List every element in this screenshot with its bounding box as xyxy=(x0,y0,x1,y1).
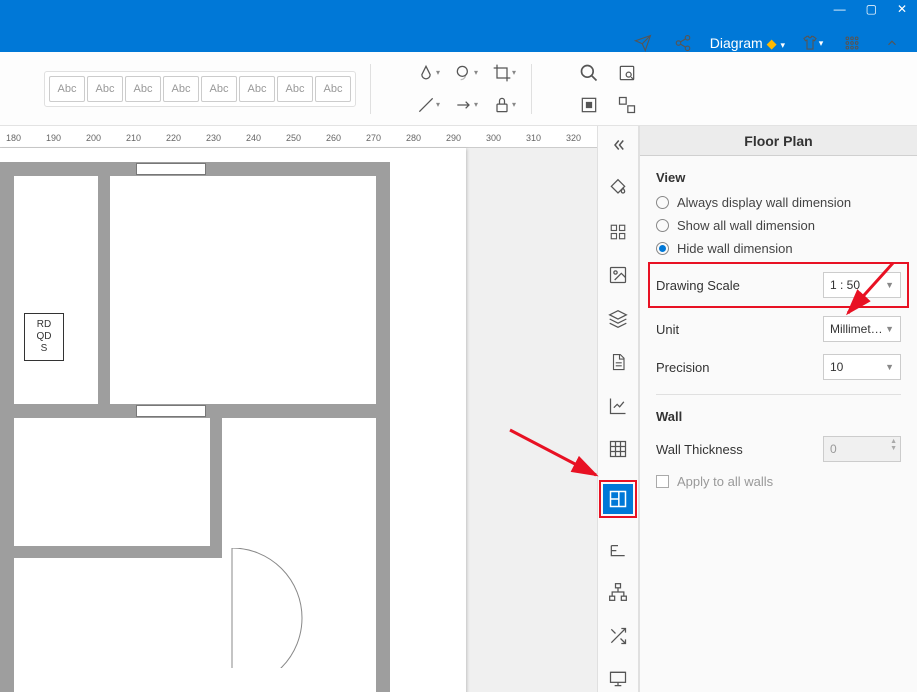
style-chip[interactable]: Abc xyxy=(315,76,351,102)
unit-label: Unit xyxy=(656,322,679,337)
drawing-page[interactable]: RD QD S xyxy=(0,148,466,692)
toolbar: Abc Abc Abc Abc Abc Abc Abc Abc ▾ ▾ ▾ ▾ … xyxy=(0,52,917,126)
expand-icon[interactable] xyxy=(603,132,633,158)
checkbox-icon xyxy=(656,475,669,488)
apply-all-walls-check[interactable]: Apply to all walls xyxy=(656,474,901,489)
find-replace-icon[interactable] xyxy=(614,60,640,86)
ruler-horizontal: 180 190 200 210 220 230 240 250 260 270 … xyxy=(0,126,597,148)
close-button[interactable]: ✕ xyxy=(897,2,907,16)
table-icon[interactable] xyxy=(603,437,633,463)
minimize-button[interactable]: — xyxy=(834,2,846,16)
floorplan-tab-highlight xyxy=(599,480,637,518)
style-chip[interactable]: Abc xyxy=(49,76,85,102)
wall-section-heading: Wall xyxy=(656,409,901,424)
titlebar: — ▢ ✕ Diagram ◆ ▾ ▾ xyxy=(0,0,917,52)
arrow-style-icon[interactable]: ▾ xyxy=(453,92,479,118)
focus-icon[interactable] xyxy=(576,92,602,118)
style-chip[interactable]: Abc xyxy=(239,76,275,102)
presentation-icon[interactable] xyxy=(603,667,633,692)
drawing-scale-combo[interactable]: 1 : 50▼ xyxy=(823,272,901,298)
precision-label: Precision xyxy=(656,360,709,375)
floorplan-tab[interactable] xyxy=(603,484,633,514)
diagram-menu[interactable]: Diagram ◆ ▾ xyxy=(710,35,785,52)
shuffle-icon[interactable] xyxy=(603,623,633,649)
chart-icon[interactable] xyxy=(603,393,633,419)
drawing-scale-row: Drawing Scale 1 : 50▼ xyxy=(652,266,905,304)
wall-thickness-label: Wall Thickness xyxy=(656,442,743,457)
group-icon[interactable] xyxy=(614,92,640,118)
line-icon[interactable]: ▾ xyxy=(415,92,441,118)
radio-show-all[interactable]: Show all wall dimension xyxy=(656,218,901,233)
maximize-button[interactable]: ▢ xyxy=(866,2,877,16)
fill-icon[interactable]: ▾ xyxy=(415,60,441,86)
drawing-scale-label: Drawing Scale xyxy=(656,278,740,293)
canvas[interactable]: 180 190 200 210 220 230 240 250 260 270 … xyxy=(0,126,597,692)
image-icon[interactable] xyxy=(603,263,633,289)
style-chip[interactable]: Abc xyxy=(163,76,199,102)
style-gallery[interactable]: Abc Abc Abc Abc Abc Abc Abc Abc xyxy=(44,71,356,107)
wall-thickness-input[interactable]: 0▲▼ xyxy=(823,436,901,462)
style-chip[interactable]: Abc xyxy=(277,76,313,102)
hierarchy-icon[interactable] xyxy=(603,580,633,606)
dashboard-icon[interactable] xyxy=(603,219,633,245)
radio-hide[interactable]: Hide wall dimension xyxy=(656,241,901,256)
panel-title: Floor Plan xyxy=(640,126,917,156)
page-icon[interactable] xyxy=(603,350,633,376)
radio-always-display[interactable]: Always display wall dimension xyxy=(656,195,901,210)
unit-combo[interactable]: Millimet…▼ xyxy=(823,316,901,342)
lock-icon[interactable]: ▾ xyxy=(491,92,517,118)
shadow-icon[interactable]: ▾ xyxy=(453,60,479,86)
room-tag[interactable]: RD QD S xyxy=(24,313,64,361)
side-tabs xyxy=(597,126,639,692)
search-icon[interactable] xyxy=(576,60,602,86)
precision-combo[interactable]: 10▼ xyxy=(823,354,901,380)
style-chip[interactable]: Abc xyxy=(87,76,123,102)
dimension-icon[interactable] xyxy=(603,536,633,562)
style-chip[interactable]: Abc xyxy=(201,76,237,102)
view-section-heading: View xyxy=(656,170,901,185)
layers-icon[interactable] xyxy=(603,306,633,332)
properties-panel: Floor Plan View Always display wall dime… xyxy=(639,126,917,692)
fill-bucket-icon[interactable] xyxy=(603,176,633,202)
crop-icon[interactable]: ▾ xyxy=(491,60,517,86)
style-chip[interactable]: Abc xyxy=(125,76,161,102)
